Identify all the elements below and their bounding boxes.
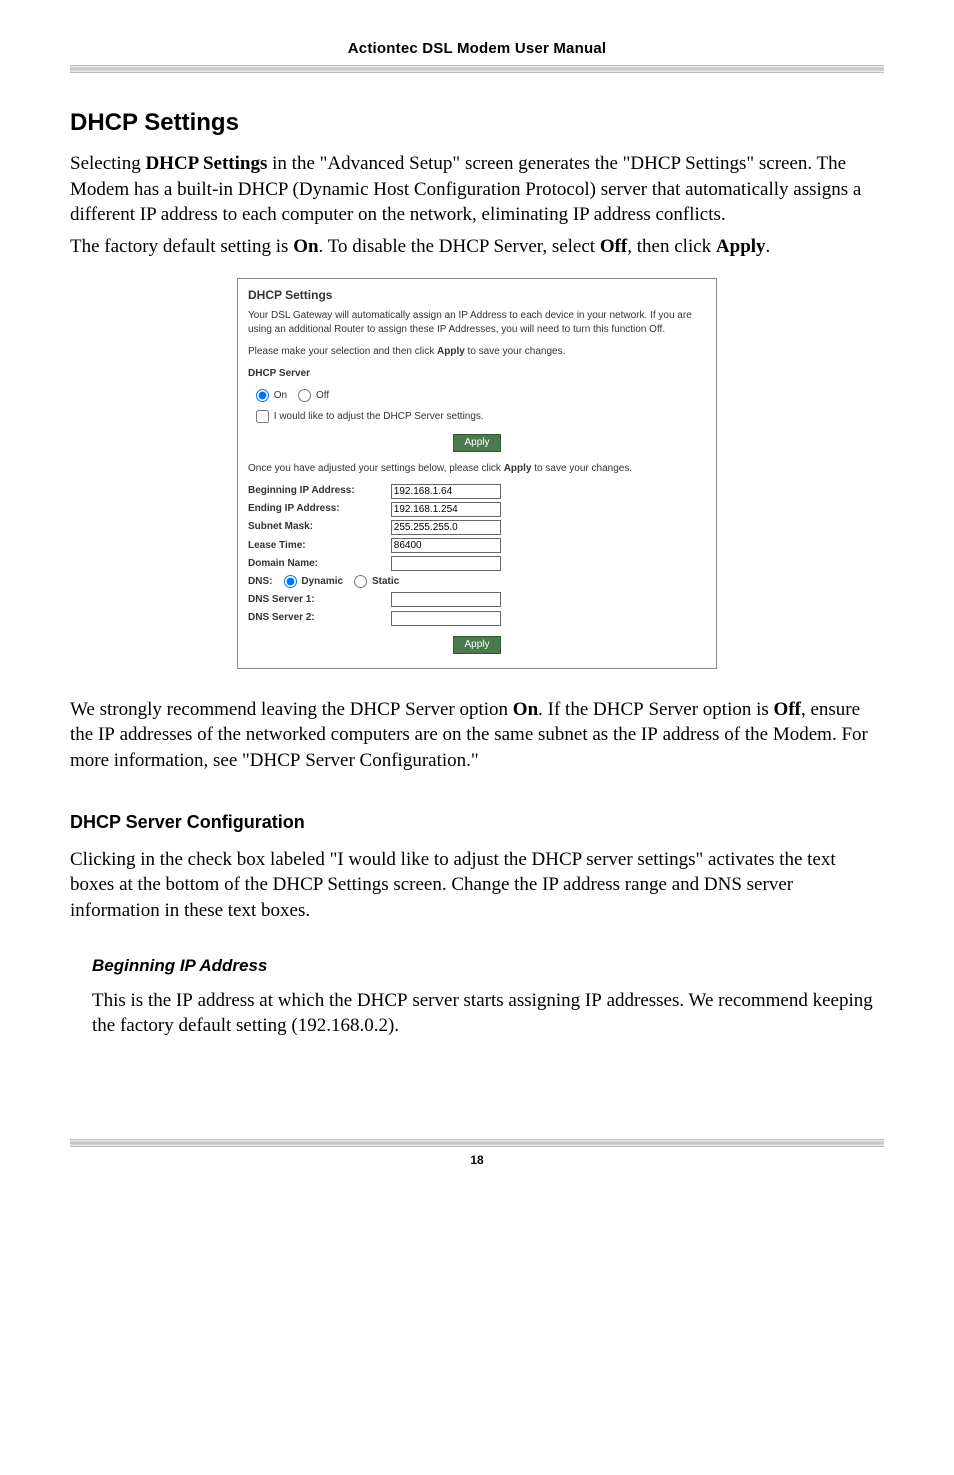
adjust-label: I would like to adjust the DHCP Server s…	[274, 411, 484, 422]
subnet-label: Subnet Mask:	[248, 520, 388, 534]
intro-paragraph-2: The factory default setting is On. To di…	[70, 234, 884, 260]
apply-button-bottom[interactable]: Apply	[453, 636, 500, 654]
lease-label: Lease Time:	[248, 539, 388, 553]
dns-static-label: Static	[372, 576, 399, 587]
adjust-checkbox[interactable]	[256, 410, 269, 423]
dhcp-off-radio[interactable]	[298, 389, 311, 402]
dhcp-off-label: Off	[316, 391, 329, 402]
footer-rule	[70, 1139, 884, 1147]
sub-subsection-heading: Beginning IP Address	[92, 956, 884, 976]
section-heading: DHCP Settings	[70, 109, 884, 137]
dns2-label: DNS Server 2:	[248, 611, 388, 625]
dns-dynamic-label: Dynamic	[301, 576, 343, 587]
domain-label: Domain Name:	[248, 557, 388, 571]
dhcp-panel-heading: DHCP Settings	[248, 287, 706, 304]
dhcp-panel-desc-2: Please make your selection and then clic…	[248, 345, 706, 359]
post-embed-paragraph: We strongly recommend leaving the DHCP S…	[70, 697, 884, 774]
intro-paragraph-1: Selecting DHCP Settings in the "Advanced…	[70, 151, 884, 228]
dns2-input[interactable]	[391, 611, 501, 626]
dns-static-radio[interactable]	[354, 575, 367, 588]
page-number: 18	[70, 1153, 884, 1167]
dns1-input[interactable]	[391, 592, 501, 607]
ending-ip-input[interactable]	[391, 502, 501, 517]
dns-dynamic-radio[interactable]	[284, 575, 297, 588]
dhcp-on-label: On	[274, 391, 287, 402]
header-rule	[70, 65, 884, 73]
dhcp-settings-panel: DHCP Settings Your DSL Gateway will auto…	[237, 278, 717, 669]
dhcp-panel-desc-1: Your DSL Gateway will automatically assi…	[248, 309, 706, 337]
doc-header-title: Actiontec DSL Modem User Manual	[70, 40, 884, 65]
sub-subsection-body: This is the IP address at which the DHCP…	[92, 988, 884, 1039]
subnet-input[interactable]	[391, 520, 501, 535]
ending-ip-label: Ending IP Address:	[248, 502, 388, 516]
dhcp-server-label: DHCP Server	[248, 367, 706, 381]
dns-prefix-label: DNS:	[248, 576, 272, 587]
dns1-label: DNS Server 1:	[248, 593, 388, 607]
subsection-heading: DHCP Server Configuration	[70, 812, 884, 833]
dhcp-on-radio[interactable]	[256, 389, 269, 402]
apply-button-top[interactable]: Apply	[453, 434, 500, 452]
domain-input[interactable]	[391, 556, 501, 571]
subsection-body: Clicking in the check box labeled "I wou…	[70, 847, 884, 924]
lease-input[interactable]	[391, 538, 501, 553]
beginning-ip-input[interactable]	[391, 484, 501, 499]
beginning-ip-label: Beginning IP Address:	[248, 484, 388, 498]
dhcp-apply-note: Once you have adjusted your settings bel…	[248, 462, 706, 476]
